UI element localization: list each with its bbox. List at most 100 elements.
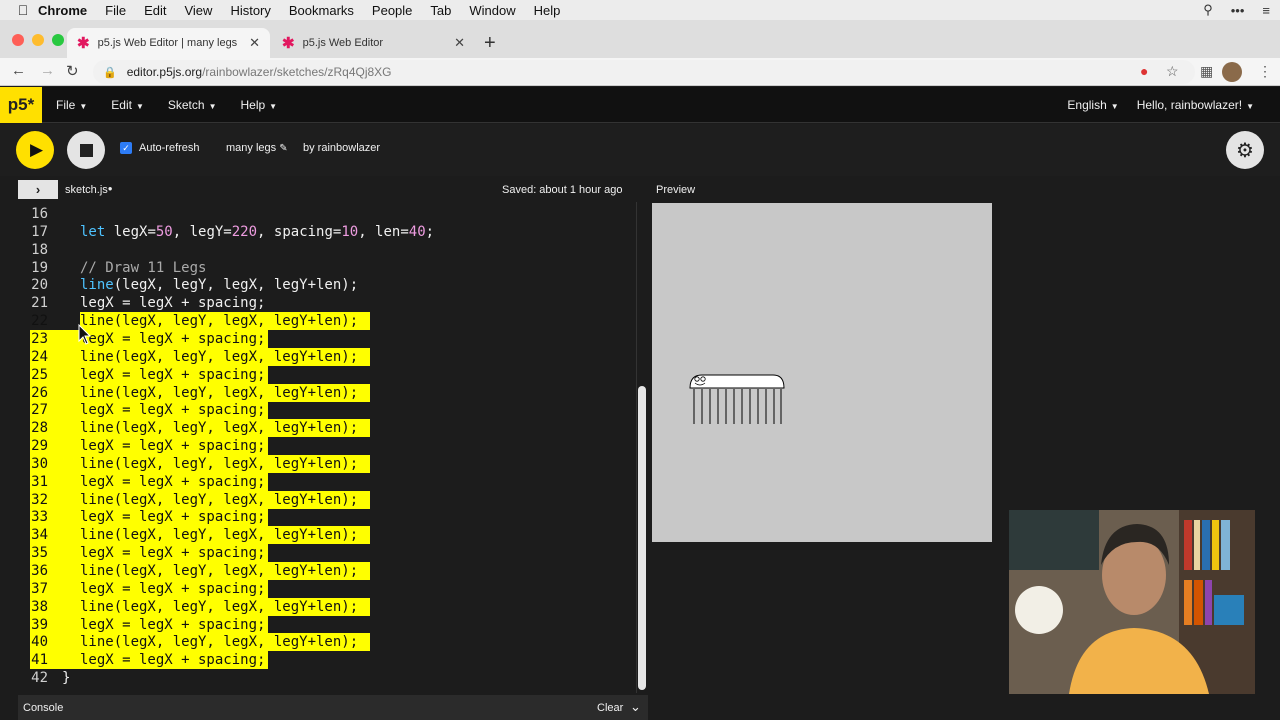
code-line[interactable]: 22 line(legX, legY, legX, legY+len); (18, 312, 636, 331)
line-number: 17 (31, 223, 48, 240)
new-tab-icon[interactable]: + (484, 32, 496, 55)
mac-menu-tab[interactable]: Tab (430, 3, 451, 18)
spotlight-search-icon[interactable]: ⚲ (1203, 2, 1213, 18)
chevron-down-icon[interactable]: ⌄ (630, 699, 641, 715)
code-line[interactable]: 30 line(legX, legY, legX, legY+len); (18, 454, 636, 473)
line-number: 33 (31, 509, 48, 526)
mac-menu-people[interactable]: People (372, 3, 412, 18)
code-text: line(legX, legY, legX, legY+len); (80, 348, 359, 365)
mac-app-name[interactable]: Chrome (38, 3, 87, 18)
mac-menu-view[interactable]: View (184, 3, 212, 18)
line-number: 26 (31, 384, 48, 401)
line-number: 24 (31, 348, 48, 365)
code-line[interactable]: 36 line(legX, legY, legX, legY+len); (18, 562, 636, 580)
user-menu[interactable]: Hello, rainbowlazer! ▼ (1137, 98, 1254, 112)
browser-tab[interactable]: ✱ p5.js Web Editor ✕ (272, 28, 475, 58)
code-line[interactable]: 34 line(legX, legY, legX, legY+len); (18, 526, 636, 545)
browser-tab-active[interactable]: ✱ p5.js Web Editor | many legs ✕ (67, 28, 270, 58)
code-text: line(legX, legY, legX, legY+len); (80, 634, 359, 651)
minimize-window-icon[interactable] (32, 34, 44, 46)
code-line[interactable]: 23 legX = legX + spacing; (18, 329, 636, 348)
mac-menu-window[interactable]: Window (469, 3, 515, 18)
code-line[interactable]: 40 line(legX, legY, legX, legY+len); (18, 633, 636, 652)
preview-label: Preview (656, 184, 696, 196)
p5-logo[interactable]: p5* (0, 86, 42, 123)
file-name: sketch.js (65, 184, 108, 196)
code-line[interactable]: 17 let legX=50, legY=220, spacing=10, len… (18, 223, 636, 241)
code-line[interactable]: 33 legX = legX + spacing; (18, 508, 636, 527)
expand-sidebar-button[interactable]: › (18, 180, 58, 199)
line-number: 21 (31, 295, 48, 312)
code-line[interactable]: 26 line(legX, legY, legX, legY+len); (18, 383, 636, 402)
more-dots-icon[interactable]: ••• (1231, 3, 1245, 18)
line-number: 23 (31, 330, 48, 347)
editor-scrollbar-thumb[interactable] (638, 386, 646, 690)
code-line[interactable]: 42} (18, 669, 636, 687)
reload-icon[interactable]: ↻ (66, 62, 79, 80)
code-line[interactable]: 28 line(legX, legY, legX, legY+len); (18, 419, 636, 438)
language-menu[interactable]: English ▼ (1067, 98, 1118, 112)
sketch-name[interactable]: many legs ✎ (226, 142, 288, 154)
close-window-icon[interactable] (12, 34, 24, 46)
code-line[interactable]: 41 legX = legX + spacing; (18, 651, 636, 670)
code-text: line(legX, legY, legX, legY+len); (80, 527, 359, 544)
play-button[interactable]: ▶ (16, 131, 54, 169)
close-tab-icon[interactable]: ✕ (249, 35, 260, 51)
code-line[interactable]: 20 line(legX, legY, legX, legY+len); (18, 276, 636, 294)
nav-menu-sketch[interactable]: Sketch ▼ (168, 98, 217, 112)
code-text: legX = legX + spacing; (80, 580, 266, 597)
camera-blocked-icon[interactable]: ● (1140, 63, 1148, 79)
bookmark-star-icon[interactable]: ☆ (1166, 63, 1179, 80)
back-arrow-icon[interactable]: ← (11, 62, 26, 79)
code-line[interactable]: 19 // Draw 11 Legs (18, 259, 636, 277)
settings-button[interactable]: ⚙ (1226, 131, 1264, 169)
notification-list-icon[interactable]: ≡ (1262, 3, 1270, 18)
mac-menu-history[interactable]: History (230, 3, 270, 18)
mac-menu-edit[interactable]: Edit (144, 3, 166, 18)
code-line[interactable]: 39 legX = legX + spacing; (18, 615, 636, 634)
code-line[interactable]: 29 legX = legX + spacing; (18, 437, 636, 456)
mac-menu-help[interactable]: Help (534, 3, 561, 18)
nav-menu-file[interactable]: File ▼ (56, 98, 87, 112)
code-line[interactable]: 16 (18, 205, 636, 223)
file-tab[interactable]: sketch.js● (65, 184, 113, 196)
code-line[interactable]: 24 line(legX, legY, legX, legY+len); (18, 347, 636, 366)
tab-strip: ✱ p5.js Web Editor | many legs ✕ ✱ p5.js… (0, 20, 1280, 58)
code-line[interactable]: 32 line(legX, legY, legX, legY+len); (18, 490, 636, 509)
code-editor[interactable]: 16 17 let legX=50, legY=220, spacing=10, l… (18, 202, 636, 693)
nav-menu-edit[interactable]: Edit ▼ (111, 98, 144, 112)
caret-down-icon: ▼ (1246, 102, 1254, 111)
code-line[interactable]: 25 legX = legX + spacing; (18, 365, 636, 384)
profile-avatar[interactable] (1222, 62, 1242, 82)
extensions-puzzle-icon[interactable]: ▦ (1200, 63, 1213, 80)
console-label[interactable]: Console (23, 702, 63, 714)
code-line[interactable]: 37 legX = legX + spacing; (18, 579, 636, 598)
auto-refresh-toggle[interactable]: ✓ Auto-refresh (120, 142, 200, 154)
sketch-name-label: many legs (226, 142, 277, 154)
code-line[interactable]: 18 (18, 241, 636, 259)
chrome-menu-icon[interactable]: ⋮ (1258, 63, 1272, 80)
url-host: editor.p5js.org (126, 65, 203, 79)
code-line[interactable]: 21 legX = legX + spacing; (18, 294, 636, 312)
clear-console-button[interactable]: Clear (597, 702, 623, 714)
p5-navbar: p5* File ▼ Edit ▼ Sketch ▼ Help ▼ English ▼ H… (0, 86, 1280, 123)
forward-arrow-icon[interactable]: → (40, 62, 55, 79)
nav-menu-help[interactable]: Help ▼ (240, 98, 277, 112)
code-line[interactable]: 38 line(legX, legY, legX, legY+len); (18, 597, 636, 616)
close-tab-icon[interactable]: ✕ (454, 35, 465, 51)
apple-icon[interactable]:  (8, 2, 38, 18)
language-label: English (1067, 98, 1107, 112)
url-field[interactable]: 🔒 editor.p5js.org/rainbowlazer/sketches/… (93, 60, 1195, 84)
maximize-window-icon[interactable] (52, 34, 64, 46)
auto-refresh-checkbox[interactable]: ✓ (120, 142, 132, 154)
sketch-owner[interactable]: by rainbowlazer (303, 142, 380, 154)
sketch-preview-canvas[interactable] (652, 203, 992, 542)
mac-menu-file[interactable]: File (105, 3, 126, 18)
stop-button[interactable] (67, 131, 105, 169)
pencil-icon[interactable]: ✎ (279, 143, 287, 154)
saved-status: Saved: about 1 hour ago (502, 184, 623, 196)
code-line[interactable]: 35 legX = legX + spacing; (18, 544, 636, 563)
code-line[interactable]: 31 legX = legX + spacing; (18, 472, 636, 491)
mac-menu-bookmarks[interactable]: Bookmarks (289, 3, 354, 18)
code-line[interactable]: 27 legX = legX + spacing; (18, 401, 636, 420)
